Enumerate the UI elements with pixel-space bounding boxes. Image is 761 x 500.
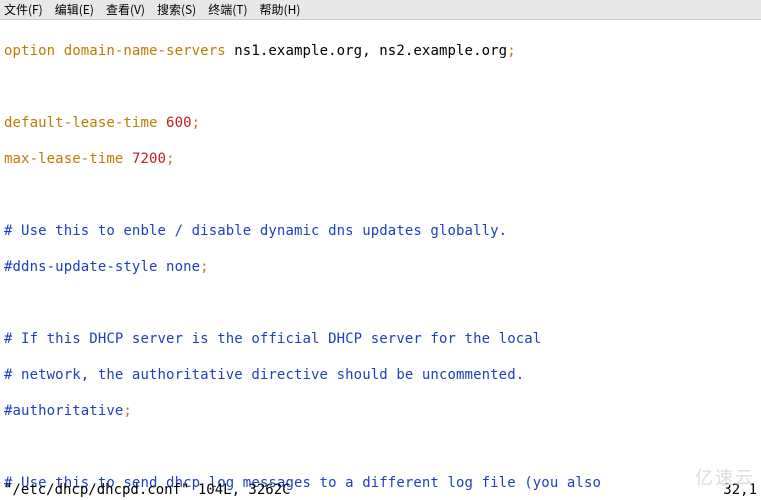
code-text: ; <box>123 403 132 419</box>
status-file-info: "/etc/dhcp/dhcpd.conf" 104L, 3262C <box>4 482 723 498</box>
code-text: 600 <box>166 115 192 131</box>
code-comment: # If this DHCP server is the official DH… <box>4 331 541 347</box>
code-comment: # network, the authoritative directive s… <box>4 367 524 383</box>
code-text: ; <box>166 151 175 167</box>
menu-edit[interactable]: 编辑(E) <box>55 1 94 18</box>
editor-area[interactable]: option domain-name-servers ns1.example.o… <box>0 20 761 500</box>
code-text: ; <box>200 259 209 275</box>
code-comment: #ddns-update-style none <box>4 259 200 275</box>
code-text: ; <box>507 43 516 59</box>
code-text: default-lease-time <box>4 115 166 131</box>
menu-file[interactable]: 文件(F) <box>4 1 43 18</box>
code-text: 7200 <box>132 151 166 167</box>
code-text: option domain-name-servers <box>4 43 226 59</box>
menu-search[interactable]: 搜索(S) <box>157 1 196 18</box>
menu-view[interactable]: 查看(V) <box>106 1 145 18</box>
status-cursor-pos: 32,1 <box>723 482 757 498</box>
code-comment: #authoritative <box>4 403 123 419</box>
code-text: ns1.example.org, ns2.example.org <box>226 43 507 59</box>
code-text: ; <box>192 115 201 131</box>
menu-help[interactable]: 帮助(H) <box>260 1 301 18</box>
menu-term[interactable]: 终端(T) <box>208 1 247 18</box>
menubar: 文件(F) 编辑(E) 查看(V) 搜索(S) 终端(T) 帮助(H) <box>0 0 761 20</box>
code-text: max-lease-time <box>4 151 132 167</box>
code-comment: # Use this to enble / disable dynamic dn… <box>4 223 507 239</box>
statusbar: "/etc/dhcp/dhcpd.conf" 104L, 3262C 32,1 <box>4 482 757 498</box>
